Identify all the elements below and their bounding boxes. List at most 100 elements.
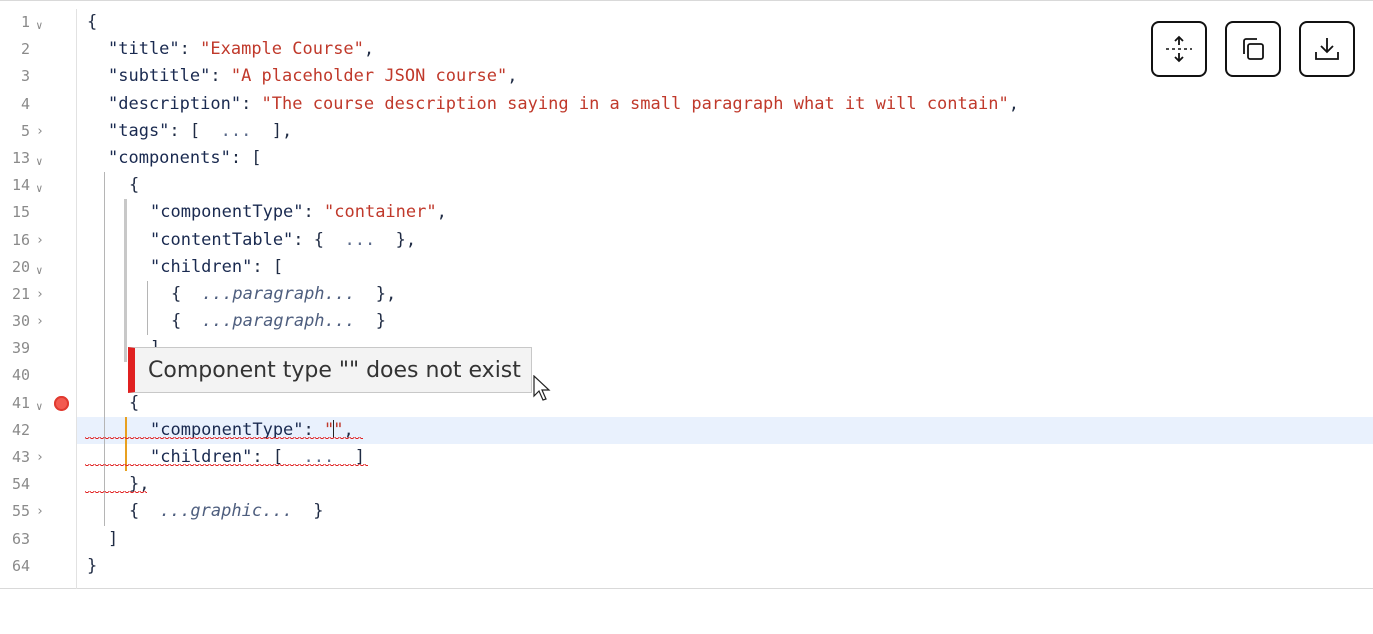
code-line-active[interactable]: "componentType": "", (77, 416, 1373, 444)
line-number: 40 (11, 366, 30, 385)
json-key: "tags" (108, 120, 170, 141)
code-line[interactable]: { ...paragraph... }, (77, 280, 1373, 309)
gutter-row: 14 ∨ (0, 172, 76, 199)
gutter-row: 42 (0, 417, 76, 444)
code-line[interactable]: { (77, 389, 1373, 417)
expand-all-button[interactable] (1151, 21, 1207, 77)
line-number: 42 (11, 420, 30, 439)
json-key: "contentTable" (150, 229, 294, 250)
error-message: Component type "" does not exist (148, 357, 521, 383)
editor-toolbar (1151, 21, 1355, 77)
indent-guide (124, 308, 127, 336)
brace: { (87, 12, 98, 32)
indent-guide (124, 226, 127, 254)
gutter-row: 30 › (0, 308, 76, 335)
indent-guide (124, 199, 127, 227)
indent-guide (104, 362, 105, 390)
gutter-row: 41 ∨ (0, 390, 76, 417)
code-line[interactable]: "contentTable": { ... }, (77, 226, 1373, 254)
indent-guide (104, 172, 105, 200)
copy-button[interactable] (1225, 21, 1281, 77)
code-line[interactable]: "children": [ (77, 253, 1373, 281)
json-editor[interactable]: 1 ∨ 2 3 4 5 › 13 ∨ 14 ∨ 15 16 › 20 ∨ 21 › 30 › 39 40 41 ∨ 42 43 › 5… (0, 0, 1373, 589)
gutter-row: 3 (0, 63, 76, 90)
folded-placeholder[interactable]: ...paragraph... (202, 311, 356, 331)
line-number: 43 (11, 448, 30, 466)
code-line[interactable]: }, (77, 471, 1373, 499)
code-line[interactable]: { ...graphic... } (77, 498, 1373, 526)
line-number: 64 (11, 556, 30, 575)
bracket: ] (108, 528, 119, 549)
fold-expanded-icon[interactable]: ∨ (36, 175, 48, 202)
folded-placeholder[interactable]: ... (344, 230, 375, 250)
indent-guide (104, 389, 105, 417)
gutter-row: 55 › (0, 498, 76, 525)
code-line[interactable]: "tags": [ ... ], (77, 118, 1373, 145)
line-number: 21 (11, 284, 30, 303)
indent-guide (104, 308, 105, 336)
gutter-row: 1 ∨ (0, 9, 76, 36)
gutter-row: 16 › (0, 227, 76, 254)
fold-collapsed-icon[interactable]: › (36, 308, 48, 335)
folded-placeholder[interactable]: ...paragraph... (202, 284, 356, 304)
json-string-value: "Example Course" (200, 39, 364, 60)
gutter-row: 15 (0, 199, 76, 226)
indent-guide (124, 335, 127, 363)
error-tooltip: Component type "" does not exist (128, 347, 532, 393)
fold-expanded-icon[interactable]: ∨ (36, 257, 48, 284)
download-button[interactable] (1299, 21, 1355, 77)
indent-guide (104, 253, 105, 281)
fold-collapsed-icon[interactable]: › (36, 498, 48, 525)
json-string-value: "A placeholder JSON course" (230, 66, 508, 87)
fold-collapsed-icon[interactable]: › (36, 118, 48, 145)
copy-icon (1243, 38, 1264, 60)
code-line[interactable]: { (77, 172, 1373, 200)
gutter-row: 20 ∨ (0, 254, 76, 281)
code-line[interactable]: { ...paragraph... } (77, 308, 1373, 336)
gutter-row: 40 (0, 362, 76, 389)
gutter-row: 43 › (0, 444, 76, 471)
code-line[interactable]: } (77, 553, 1373, 580)
line-number-gutter: 1 ∨ 2 3 4 5 › 13 ∨ 14 ∨ 15 16 › 20 ∨ 21 › 30 › 39 40 41 ∨ 42 43 › 5… (0, 9, 77, 589)
code-line[interactable]: "description": "The course description s… (77, 91, 1373, 118)
indent-guide (104, 226, 105, 254)
line-number: 1 (20, 13, 30, 31)
gutter-row: 21 › (0, 281, 76, 308)
fold-collapsed-icon[interactable]: › (36, 227, 48, 254)
gutter-row: 63 (0, 526, 76, 553)
brace: } (87, 555, 98, 576)
folded-placeholder[interactable]: ...graphic... (160, 501, 293, 521)
line-number: 16 (11, 230, 30, 249)
gutter-row: 5 › (0, 118, 76, 145)
code-line[interactable]: "children": [ ... ] (77, 444, 1373, 472)
indent-guide (124, 280, 127, 309)
code-line[interactable]: "componentType": "container", (77, 199, 1373, 227)
json-key: "componentType" (150, 202, 304, 223)
fold-expanded-icon[interactable]: ∨ (36, 12, 48, 39)
json-key: "components" (108, 147, 231, 168)
code-area[interactable]: { "title": "Example Course", "subtitle":… (77, 9, 1373, 589)
error-squiggle (85, 464, 368, 468)
code-line[interactable]: ] (77, 526, 1373, 553)
indent-guide (104, 498, 105, 526)
breakpoint-icon[interactable] (54, 395, 69, 411)
folded-placeholder[interactable]: ... (221, 121, 252, 141)
line-number: 4 (20, 94, 30, 113)
line-number: 54 (11, 475, 30, 494)
fold-expanded-icon[interactable]: ∨ (36, 393, 48, 420)
gutter-row: 2 (0, 36, 76, 63)
indent-guide (104, 335, 105, 363)
code-line[interactable]: "components": [ (77, 145, 1373, 172)
line-number: 15 (11, 203, 30, 222)
line-number: 55 (11, 502, 30, 521)
fold-collapsed-icon[interactable]: › (36, 444, 48, 471)
brace: { (129, 175, 140, 196)
download-icon (1315, 38, 1339, 60)
line-number: 20 (11, 257, 30, 276)
fold-collapsed-icon[interactable]: › (36, 281, 48, 308)
fold-expanded-icon[interactable]: ∨ (36, 148, 48, 175)
indent-guide (124, 253, 127, 281)
json-key: "children" (150, 256, 253, 277)
line-number: 41 (11, 393, 30, 412)
line-number: 3 (20, 67, 30, 86)
